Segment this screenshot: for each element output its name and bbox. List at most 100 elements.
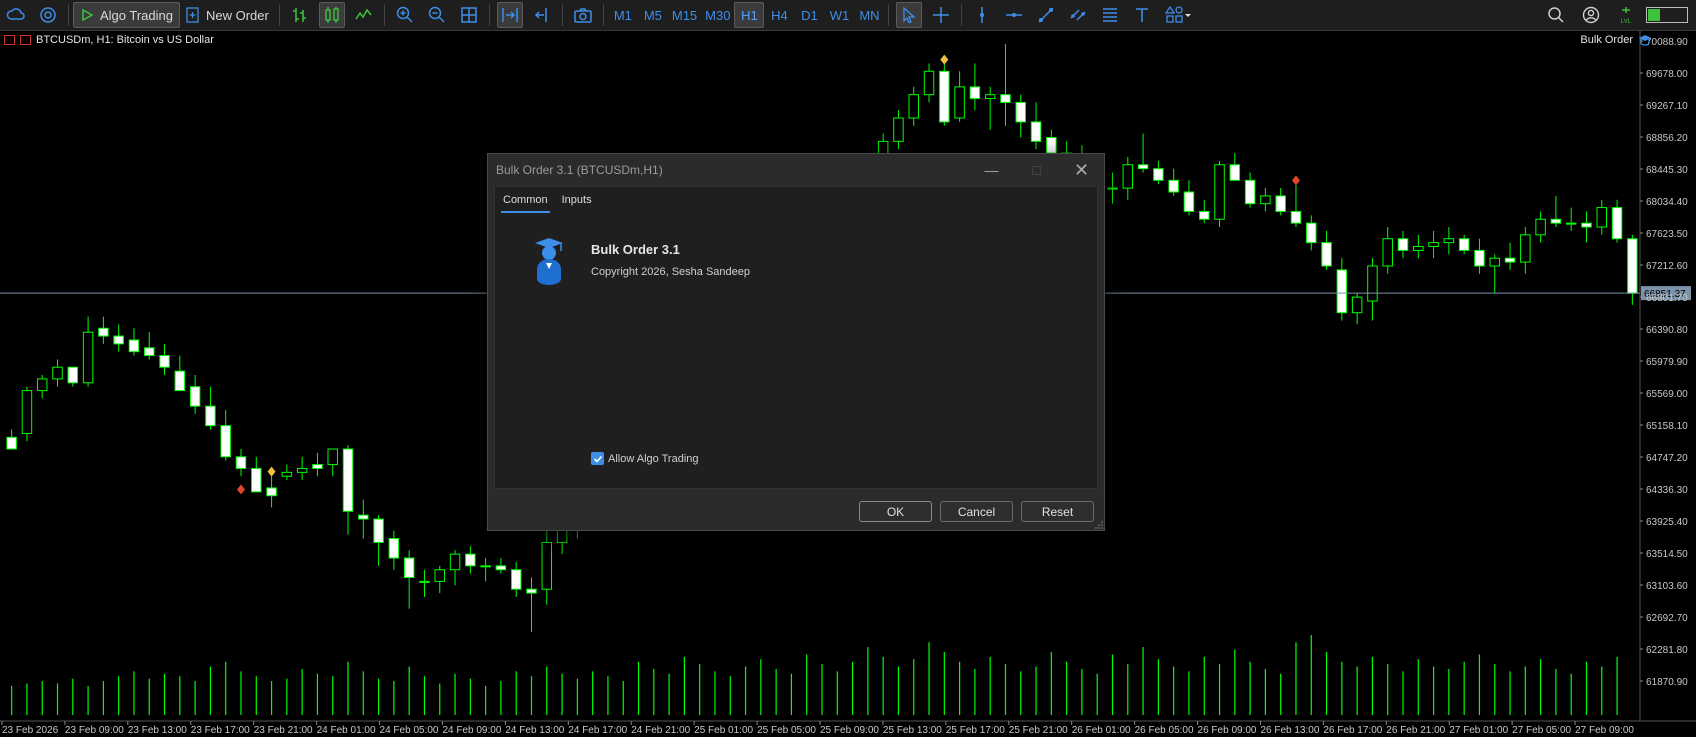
bar-chart-icon[interactable] (287, 2, 313, 28)
time-tick-label: 24 Feb 13:00 (505, 725, 564, 736)
candle-body (893, 117, 904, 142)
tab-inputs[interactable]: Inputs (560, 192, 594, 213)
timeframe-m30[interactable]: M30 (701, 2, 734, 28)
chart-shift-icon[interactable] (529, 2, 555, 28)
tile-windows-icon[interactable] (456, 2, 482, 28)
allow-algo-trading-label: Allow Algo Trading (608, 452, 699, 465)
trend-line-icon[interactable] (1033, 2, 1059, 28)
fibonacci-icon[interactable] (1097, 2, 1123, 28)
auto-scroll-icon[interactable] (496, 2, 523, 28)
signals-icon[interactable] (35, 2, 61, 28)
price-tick-label: 64747.20 (1646, 453, 1688, 464)
candle-body (82, 331, 94, 384)
candle-body (1565, 222, 1577, 225)
time-tick-label: 23 Feb 17:00 (191, 725, 250, 736)
vertical-line-icon[interactable] (969, 2, 995, 28)
candle-body (1229, 164, 1241, 181)
new-order-button[interactable]: New Order (180, 2, 275, 28)
timeframe-d1[interactable]: D1 (794, 2, 824, 28)
candle-body (1275, 195, 1286, 212)
level-icon[interactable]: LVL (1613, 2, 1639, 28)
timeframe-h1[interactable]: H1 (734, 2, 765, 28)
ok-button[interactable]: OK (859, 501, 932, 522)
timeframe-m15[interactable]: M15 (668, 2, 701, 28)
minimize-icon[interactable]: — (969, 154, 1014, 186)
candle-body (1107, 187, 1118, 190)
candle-body (1015, 101, 1027, 123)
candle-body (1183, 191, 1195, 212)
time-tick-label: 26 Feb 21:00 (1386, 725, 1445, 736)
bulk-order-app-icon (535, 238, 563, 285)
price-tick-label: 68034.40 (1646, 197, 1688, 208)
candlestick-icon[interactable] (318, 2, 345, 28)
allow-algo-trading-checkbox[interactable]: Allow Algo Trading (591, 452, 699, 465)
reset-button[interactable]: Reset (1021, 501, 1094, 522)
toolbar-divider (488, 4, 490, 26)
timeframe-m1[interactable]: M1 (608, 2, 638, 28)
candle-body (1290, 210, 1302, 224)
candle-body (128, 339, 140, 353)
app-copyright: Copyright 2026, Sesha Sandeep (591, 266, 751, 278)
checkbox-checked-icon[interactable] (591, 452, 604, 465)
time-tick-label: 23 Feb 13:00 (128, 725, 187, 736)
cursor-icon[interactable] (896, 2, 923, 28)
trade-marker (940, 54, 949, 65)
candle-body (1137, 164, 1149, 170)
price-tick-label: 66801.70 (1646, 293, 1688, 304)
candle-body (1474, 249, 1485, 267)
time-tick-label: 23 Feb 2026 (2, 725, 59, 736)
algo-trading-button[interactable]: Algo Trading (73, 2, 180, 28)
svg-text:LVL: LVL (1621, 19, 1632, 25)
connection-status-icon[interactable] (1646, 7, 1688, 23)
timeframe-m5[interactable]: M5 (638, 2, 668, 28)
search-icon[interactable] (1543, 2, 1569, 28)
account-icon[interactable] (1578, 2, 1604, 28)
horizontal-line-icon[interactable] (1001, 2, 1027, 28)
resize-grip-icon[interactable] (1095, 521, 1103, 529)
zoom-in-icon[interactable] (392, 2, 418, 28)
maximize-icon: □ (1032, 162, 1041, 178)
candle-body (1306, 222, 1317, 244)
candle-body (1504, 257, 1516, 263)
toolbar-divider (602, 4, 604, 26)
timeframe-mn[interactable]: MN (854, 2, 884, 28)
candle-body (1336, 269, 1348, 314)
time-tick-label: 26 Feb 01:00 (1072, 725, 1131, 736)
trade-marker (267, 466, 276, 477)
timeframe-h4[interactable]: H4 (764, 2, 794, 28)
trade-marker (1291, 175, 1300, 186)
depth-icon[interactable] (20, 35, 31, 45)
channel-icon[interactable] (1065, 2, 1091, 28)
candle-body (251, 467, 262, 493)
cancel-button[interactable]: Cancel (940, 501, 1013, 522)
time-tick-label: 25 Feb 09:00 (820, 725, 879, 736)
screenshot-icon[interactable] (570, 2, 596, 28)
trade-panel-icon[interactable] (4, 35, 15, 45)
candle-body (266, 487, 277, 497)
cloud-icon[interactable] (3, 2, 29, 28)
crosshair-icon[interactable] (928, 2, 954, 28)
candle-body (1535, 218, 1546, 236)
expert-advisor-label[interactable]: Bulk Order (1580, 34, 1652, 46)
price-tick-label: 68445.30 (1646, 165, 1688, 176)
dialog-title-bar[interactable]: Bulk Order 3.1 (BTCUSDm,H1) — □ ✕ (488, 154, 1104, 186)
shapes-icon[interactable] (1161, 2, 1195, 28)
candle-body (1413, 246, 1424, 251)
timeframe-w1[interactable]: W1 (824, 2, 854, 28)
chart-symbol-text: BTCUSDm, H1: Bitcoin vs US Dollar (36, 34, 214, 46)
time-tick-label: 27 Feb 09:00 (1575, 725, 1634, 736)
text-icon[interactable] (1129, 2, 1155, 28)
zoom-out-icon[interactable] (424, 2, 450, 28)
time-tick-label: 25 Feb 21:00 (1009, 725, 1068, 736)
candle-body (281, 471, 293, 477)
price-tick-label: 65158.10 (1646, 421, 1688, 432)
tab-common[interactable]: Common (501, 192, 550, 213)
time-tick-label: 24 Feb 05:00 (380, 725, 439, 736)
price-tick-label: 65569.00 (1646, 389, 1688, 400)
candle-body (1122, 164, 1134, 189)
close-icon[interactable]: ✕ (1059, 154, 1104, 186)
candle-body (1520, 234, 1531, 263)
candle-body (1443, 238, 1455, 244)
candle-body (1627, 238, 1638, 294)
line-chart-icon[interactable] (351, 2, 377, 28)
